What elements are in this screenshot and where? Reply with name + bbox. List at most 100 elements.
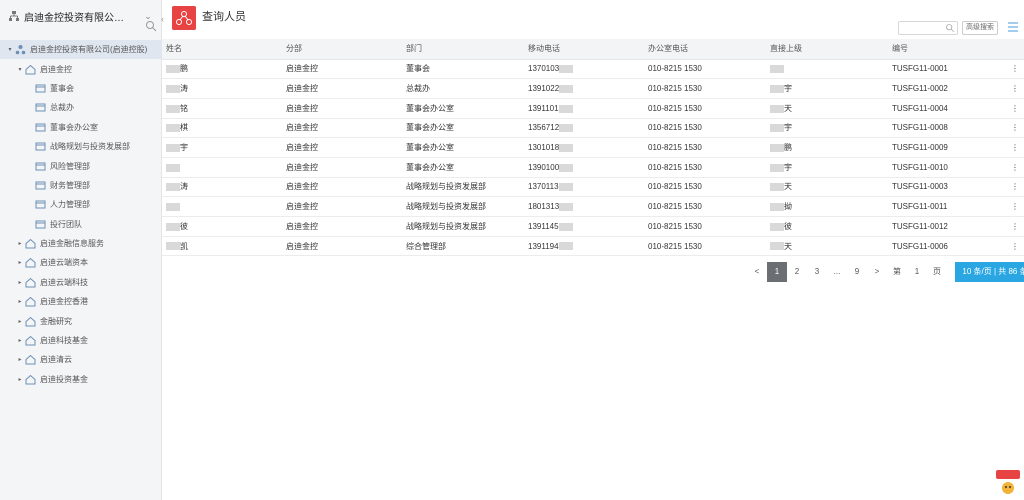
tree-item[interactable]: ▸ 启迪清云 (0, 350, 162, 369)
cell-text: 1391101 (528, 103, 559, 113)
cell-text: 1356712 (528, 123, 560, 133)
caret-right-icon[interactable]: ▸ (16, 240, 24, 247)
table-cell: 启迪金控 (282, 59, 402, 80)
tree-item[interactable]: ▾ 启迪金控 (0, 59, 162, 78)
table-row[interactable]: 铭 启迪金控 董事会办公室 1391101 010-8215 1530 天 TUSFG11-… (162, 98, 1024, 119)
caret-down-icon[interactable]: ▾ (16, 66, 24, 73)
tree-item-label: 董事会办公室 (50, 122, 98, 132)
caret-right-icon[interactable]: ▸ (16, 298, 24, 305)
next-page-button[interactable]: > (867, 262, 887, 282)
tree-item[interactable]: 财务管理部 (0, 176, 162, 195)
tree-item[interactable]: 人力管理部 (0, 195, 162, 214)
table-row[interactable]: 凯 启迪金控 综合管理部 1391194 010-8215 1530 天 TUSFG11-0… (162, 236, 1024, 257)
caret-right-icon[interactable]: ▸ (16, 376, 24, 383)
caret-right-icon[interactable]: ▸ (16, 259, 24, 266)
tree-item-label: 风险管理部 (50, 161, 90, 171)
tree-item[interactable]: ▸ 启迪云端科技 (0, 273, 162, 292)
department-icon (35, 200, 46, 209)
tree-item[interactable]: ▸ 启迪科技基金 (0, 331, 162, 350)
tree-item[interactable]: 战略规划与投资发展部 (0, 137, 162, 156)
column-header[interactable]: 编号 (888, 39, 1002, 60)
redacted-mask (558, 242, 573, 251)
page-number-button[interactable]: 2 (787, 262, 807, 282)
row-menu-icon[interactable]: ⋮ (1002, 216, 1024, 237)
org-header[interactable]: 启迪金控投资有限公… ⌄ (0, 0, 161, 32)
list-menu-icon[interactable] (1007, 21, 1019, 33)
table-cell: 战略规划与投资发展部 (402, 177, 524, 198)
redacted-mask (558, 222, 573, 231)
tree-item[interactable]: 董事会 (0, 79, 162, 98)
table-row[interactable]: 彼 启迪金控 战略规划与投资发展部 1391145 010-8215 1530 彼 TUSF… (162, 216, 1024, 237)
tree-item[interactable]: ▸ 启迪金融信息服务 (0, 234, 162, 253)
caret-right-icon[interactable]: ▸ (16, 356, 24, 363)
redacted-mask (166, 183, 180, 192)
tree-item-label: 金融研究 (40, 316, 72, 326)
column-header[interactable]: 直接上级 (766, 39, 888, 60)
jump-page-input[interactable]: 1 (907, 262, 927, 282)
row-menu-icon[interactable]: ⋮ (1002, 137, 1024, 158)
redacted-mask (770, 183, 784, 192)
table-row[interactable]: 启迪金控 董事会办公室 1390100 010-8215 1530 宇 TUSFG11-0… (162, 157, 1024, 178)
column-header[interactable]: 姓名 (162, 39, 282, 60)
tree-item[interactable]: 风险管理部 (0, 156, 162, 175)
caret-right-icon[interactable]: ▸ (16, 279, 24, 286)
department-icon (35, 84, 46, 93)
table-cell: 宇 (162, 137, 282, 158)
row-menu-icon[interactable]: ⋮ (1002, 78, 1024, 99)
row-menu-icon[interactable]: ⋮ (1002, 98, 1024, 119)
search-icon[interactable] (945, 23, 955, 33)
row-menu-icon[interactable]: ⋮ (1002, 157, 1024, 178)
column-header[interactable]: 部门 (402, 39, 524, 60)
row-menu-icon[interactable]: ⋮ (1002, 59, 1024, 80)
table-row[interactable]: 棋 启迪金控 董事会办公室 1356712 010-8215 1530 宇 TUSFG11-… (162, 118, 1024, 139)
table-cell (162, 196, 282, 217)
caret-right-icon[interactable]: ▸ (16, 337, 24, 344)
table-cell: 鹏 (162, 59, 282, 80)
helper-widget-icon[interactable] (996, 470, 1020, 496)
redacted-mask (166, 84, 180, 93)
table-row[interactable]: 涛 启迪金控 战略规划与投资发展部 1370113 010-8215 1530 天 TUSF… (162, 177, 1024, 198)
tree-item[interactable]: 总裁办 (0, 98, 162, 117)
page-number-button[interactable]: 9 (847, 262, 867, 282)
row-menu-icon[interactable]: ⋮ (1002, 236, 1024, 257)
collapse-sidebar-icon[interactable]: ‹ (161, 12, 169, 26)
search-input[interactable] (899, 22, 945, 34)
tree-item[interactable]: ▸ 启迪金控香港 (0, 292, 162, 311)
caret-down-icon[interactable]: ▾ (6, 46, 14, 53)
page-title: 查询人员 (202, 11, 246, 23)
tree-item[interactable]: ▸ 启迪投资基金 (0, 370, 162, 389)
advanced-search-button[interactable]: 高级搜索 (962, 21, 998, 35)
caret-right-icon[interactable]: ▸ (16, 318, 24, 325)
page-size-selector[interactable]: 10 条/页 | 共 86 条 (955, 262, 1024, 282)
row-menu-icon[interactable]: ⋮ (1002, 196, 1024, 217)
home-icon (25, 238, 36, 249)
search-icon[interactable] (145, 20, 157, 32)
page-number-button[interactable]: 1 (767, 262, 787, 282)
department-icon (35, 220, 46, 229)
table-row[interactable]: 启迪金控 战略规划与投资发展部 1801313 010-8215 1530 拗 TUSFG… (162, 196, 1024, 217)
row-menu-icon[interactable]: ⋮ (1002, 118, 1024, 139)
tree-item-label: 战略规划与投资发展部 (50, 142, 130, 152)
page-number-button[interactable]: 3 (807, 262, 827, 282)
column-header[interactable]: 办公室电话 (644, 39, 766, 60)
redacted-mask (559, 163, 574, 172)
table-row[interactable]: 涛 启迪金控 总裁办 1391022 010-8215 1530 宇 TUSFG11-000… (162, 78, 1024, 99)
tree-item[interactable]: ▸ 启迪云端资本 (0, 253, 162, 272)
tree-item[interactable]: 投行团队 (0, 215, 162, 234)
tree-item[interactable]: ▾ 启迪金控投资有限公司(启迪控股) (0, 40, 162, 60)
tree-item-label: 投行团队 (50, 219, 82, 229)
table-cell: 1370103 (524, 59, 644, 80)
cell-text: 涛 (180, 182, 188, 192)
tree-item[interactable]: ▸ 金融研究 (0, 311, 162, 330)
tree-item-label: 启迪云端资本 (40, 258, 88, 268)
prev-page-button[interactable]: < (747, 262, 767, 282)
table-row[interactable]: 宇 启迪金控 董事会办公室 1301018 010-8215 1530 鹏 TUSFG11-… (162, 137, 1024, 158)
table-cell: 天 (766, 177, 888, 198)
tree-item[interactable]: 董事会办公室 (0, 118, 162, 137)
column-header[interactable]: 移动电话 (524, 39, 644, 60)
column-header[interactable]: 分部 (282, 39, 402, 60)
redacted-mask (166, 143, 180, 152)
table-row[interactable]: 鹏 启迪金控 董事会 1370103 010-8215 1530 TUSFG11-0001… (162, 59, 1024, 80)
table-cell (162, 157, 282, 178)
row-menu-icon[interactable]: ⋮ (1002, 177, 1024, 198)
